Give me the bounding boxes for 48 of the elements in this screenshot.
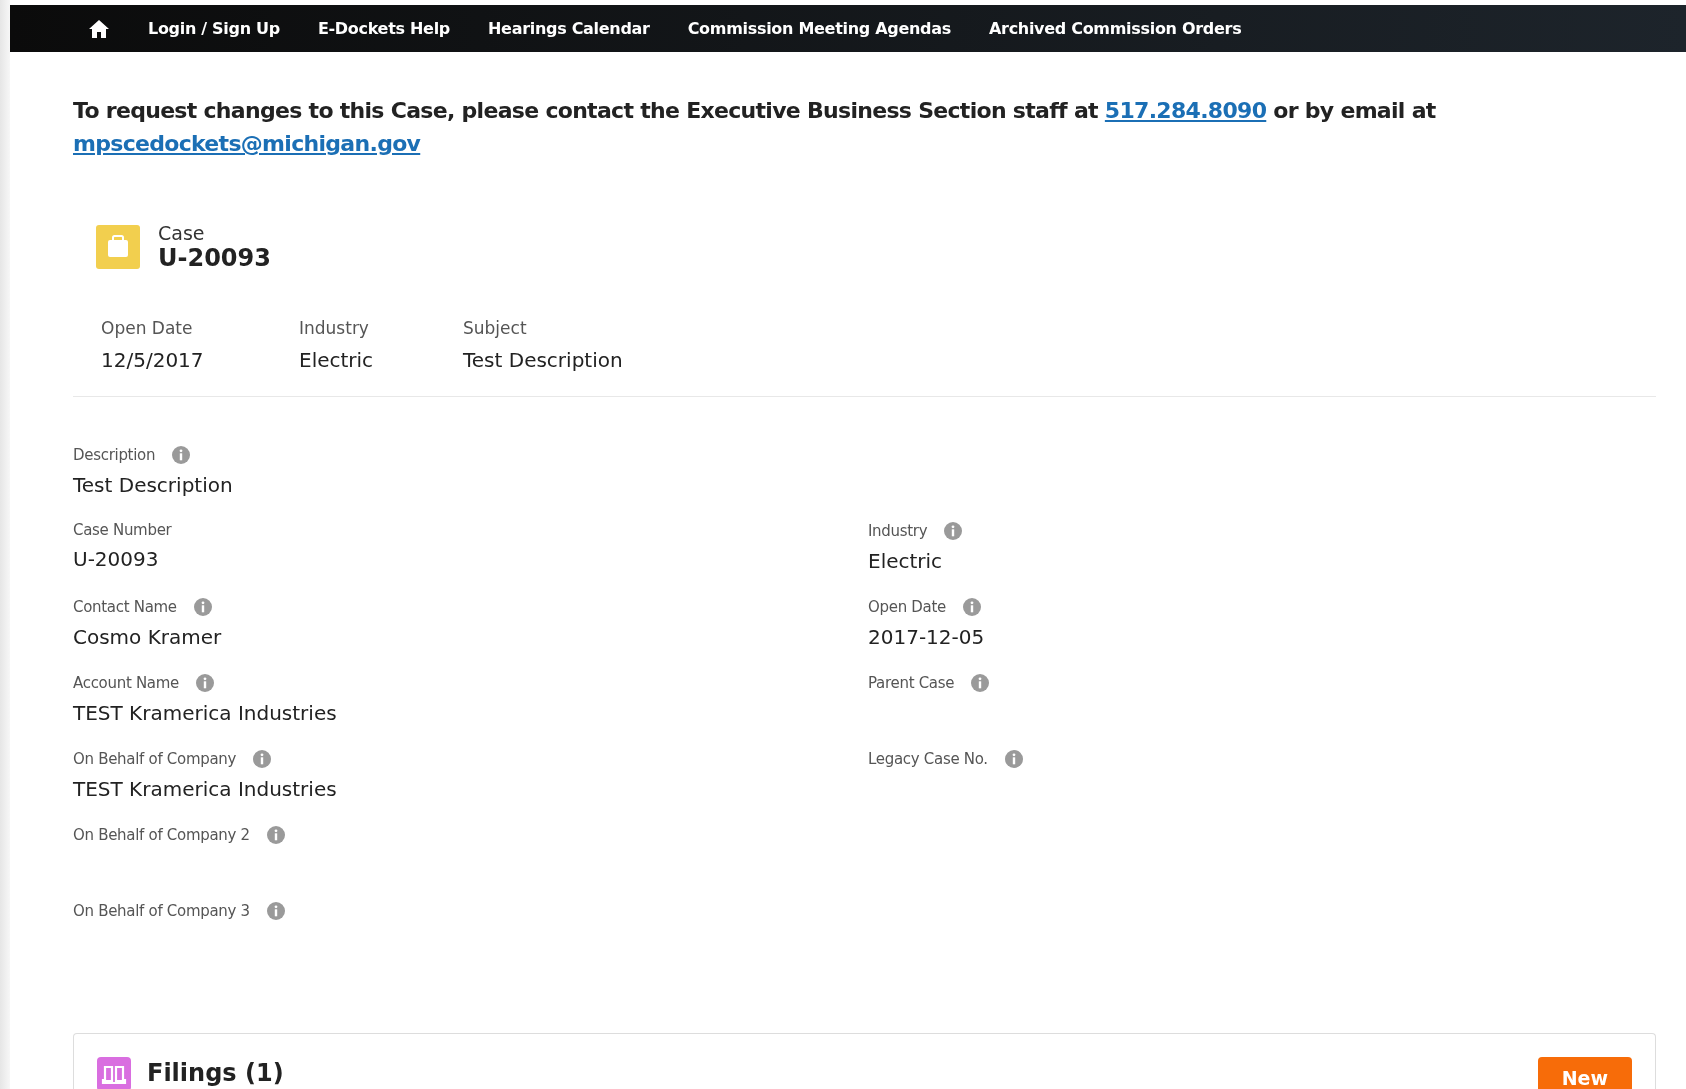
email-link[interactable]: mpscedockets@michigan.gov	[73, 131, 421, 156]
phone-link[interactable]: 517.284.8090	[1104, 98, 1267, 123]
field-label: On Behalf of Company	[73, 750, 237, 768]
info-icon[interactable]	[970, 673, 991, 693]
record-title: U-20093	[158, 244, 271, 272]
info-icon[interactable]	[1003, 749, 1024, 769]
home-icon[interactable]	[88, 18, 110, 39]
field-label: On Behalf of Company 3	[73, 902, 250, 920]
field-label: Description	[73, 446, 156, 464]
nav-link[interactable]: E-Dockets Help	[317, 19, 450, 38]
field-label: Open Date	[868, 598, 946, 616]
info-icon[interactable]	[265, 901, 286, 921]
field-value: Test Description	[73, 473, 234, 497]
contact-notice: To request changes to this Case, please contact the Executive Business Section staff at 517.284.8090 or by email at mpscedockets@michigan.gov	[73, 97, 1437, 158]
field-value: TEST Kramerica Industries	[73, 701, 338, 725]
field-value: 12/5/2017	[101, 348, 205, 372]
field-label: Case Number	[73, 521, 172, 539]
record-type: Case	[158, 222, 206, 244]
info-icon[interactable]	[192, 597, 213, 617]
field-label: Legacy Case No.	[868, 750, 988, 768]
field-label: Parent Case	[868, 674, 955, 692]
info-icon[interactable]	[943, 521, 964, 541]
info-icon[interactable]	[171, 445, 192, 465]
field-label: Industry	[868, 522, 928, 540]
field-label: Subject	[463, 318, 528, 338]
info-icon[interactable]	[252, 749, 273, 769]
nav-link[interactable]: Login / Sign Up	[148, 19, 280, 38]
field-value: Electric	[299, 348, 375, 372]
info-icon[interactable]	[962, 597, 982, 617]
book-icon	[97, 1057, 131, 1089]
field-value: Test Description	[463, 348, 623, 372]
nav-link[interactable]: Commission Meeting Agendas	[687, 19, 951, 38]
field-value: Electric	[868, 549, 944, 573]
field-label: On Behalf of Company 2	[73, 826, 250, 844]
field-value: 2017-12-05	[868, 625, 986, 649]
field-label: Open Date	[101, 318, 194, 338]
nav-link[interactable]: Hearings Calendar	[488, 19, 650, 38]
field-value: Cosmo Kramer	[73, 625, 223, 649]
related-list-title: Filings (1)	[147, 1059, 284, 1087]
field-label: Industry	[299, 318, 370, 338]
info-icon[interactable]	[265, 825, 286, 845]
info-icon[interactable]	[195, 673, 215, 693]
field-value: TEST Kramerica Industries	[73, 777, 338, 801]
field-label: Account Name	[73, 674, 179, 692]
field-value: U-20093	[73, 547, 160, 571]
briefcase-icon	[96, 225, 140, 269]
nav-link[interactable]: Archived Commission Orders	[988, 19, 1242, 38]
field-label: Contact Name	[73, 598, 177, 616]
